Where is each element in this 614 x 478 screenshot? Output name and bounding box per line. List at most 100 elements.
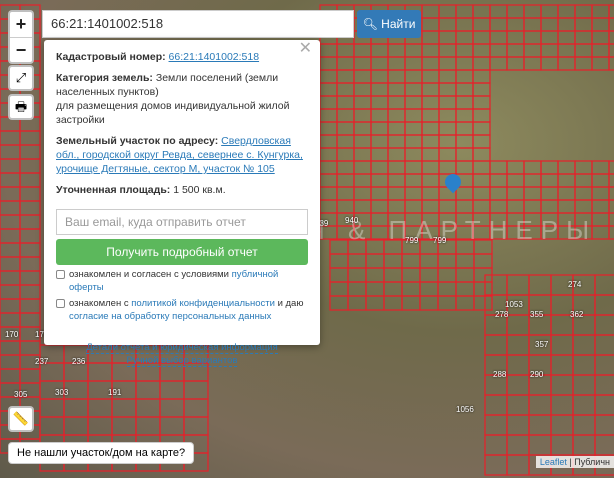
parcel[interactable] <box>421 121 440 136</box>
parcel[interactable] <box>574 199 593 214</box>
parcel[interactable] <box>421 17 440 32</box>
parcel[interactable] <box>87 416 113 436</box>
parcel[interactable] <box>484 394 508 416</box>
parcel[interactable] <box>19 186 41 202</box>
parcel[interactable] <box>404 186 423 201</box>
parcel[interactable] <box>472 43 491 58</box>
parcel[interactable] <box>608 43 614 58</box>
not-found-button[interactable]: Не нашли участок/дом на карте? <box>8 442 195 464</box>
parcel[interactable] <box>19 298 41 314</box>
parcel[interactable] <box>421 186 440 201</box>
manual-select-link[interactable]: Ручной выбор вариантов <box>126 355 238 367</box>
cadastral-link[interactable]: 66:21:1401002:518 <box>169 51 260 63</box>
parcel[interactable] <box>484 414 508 436</box>
parcel[interactable] <box>401 253 421 269</box>
parcel[interactable] <box>365 267 385 283</box>
parcel[interactable] <box>591 56 610 71</box>
parcel[interactable] <box>370 43 389 58</box>
parcel[interactable] <box>438 147 457 162</box>
parcel[interactable] <box>489 30 508 45</box>
parcel[interactable] <box>472 186 491 201</box>
parcel[interactable] <box>421 30 440 45</box>
parcel[interactable] <box>506 414 530 436</box>
parcel[interactable] <box>572 414 596 436</box>
print-button[interactable]: 🖶 <box>8 94 34 120</box>
parcel[interactable] <box>591 160 610 175</box>
parcel[interactable] <box>523 17 542 32</box>
parcel[interactable] <box>0 228 21 244</box>
parcel[interactable] <box>0 270 21 286</box>
parcel[interactable] <box>438 160 457 175</box>
parcel[interactable] <box>472 108 491 123</box>
parcel[interactable] <box>540 186 559 201</box>
parcel[interactable] <box>404 199 423 214</box>
parcel[interactable] <box>421 43 440 58</box>
parcel[interactable] <box>19 172 41 188</box>
close-icon[interactable]: ✕ <box>299 41 312 57</box>
parcel[interactable] <box>594 374 614 396</box>
parcel[interactable] <box>455 199 474 214</box>
parcel[interactable] <box>506 43 525 58</box>
parcel[interactable] <box>594 394 614 416</box>
parcel[interactable] <box>135 416 161 436</box>
parcel[interactable] <box>370 173 389 188</box>
parcel[interactable] <box>572 374 596 396</box>
parcel[interactable] <box>319 56 338 71</box>
parcel[interactable] <box>484 334 508 356</box>
parcel[interactable] <box>540 56 559 71</box>
parcel[interactable] <box>557 4 576 19</box>
parcel[interactable] <box>489 43 508 58</box>
parcel[interactable] <box>0 340 21 356</box>
parcel[interactable] <box>438 108 457 123</box>
parcel[interactable] <box>159 380 185 400</box>
privacy-link[interactable]: политикой конфиденциальности <box>131 298 275 309</box>
parcel[interactable] <box>506 160 525 175</box>
parcel[interactable] <box>591 186 610 201</box>
zoom-in-button[interactable]: + <box>10 12 32 37</box>
parcel[interactable] <box>608 4 614 19</box>
parcel[interactable] <box>370 186 389 201</box>
offer-checkbox[interactable] <box>56 270 65 279</box>
parcel[interactable] <box>353 186 372 201</box>
parcel[interactable] <box>455 17 474 32</box>
parcel[interactable] <box>528 414 552 436</box>
parcel[interactable] <box>387 56 406 71</box>
parcel[interactable] <box>489 17 508 32</box>
parcel[interactable] <box>523 56 542 71</box>
parcel[interactable] <box>387 108 406 123</box>
parcel[interactable] <box>421 82 440 97</box>
parcel[interactable] <box>19 340 41 356</box>
parcel[interactable] <box>540 43 559 58</box>
parcel[interactable] <box>319 108 338 123</box>
parcel[interactable] <box>319 173 338 188</box>
parcel[interactable] <box>387 199 406 214</box>
parcel[interactable] <box>401 295 421 311</box>
parcel[interactable] <box>591 4 610 19</box>
parcel[interactable] <box>336 160 355 175</box>
parcel[interactable] <box>347 267 367 283</box>
parcel[interactable] <box>19 242 41 258</box>
parcel[interactable] <box>19 214 41 230</box>
parcel[interactable] <box>608 30 614 45</box>
parcel[interactable] <box>572 334 596 356</box>
parcel[interactable] <box>421 199 440 214</box>
parcel[interactable] <box>0 158 21 174</box>
parcel[interactable] <box>574 186 593 201</box>
parcel[interactable] <box>39 398 65 418</box>
parcel[interactable] <box>574 173 593 188</box>
parcel[interactable] <box>437 295 457 311</box>
parcel[interactable] <box>370 95 389 110</box>
parcel[interactable] <box>594 294 614 316</box>
parcel[interactable] <box>336 43 355 58</box>
parcel[interactable] <box>438 199 457 214</box>
parcel[interactable] <box>540 173 559 188</box>
parcel[interactable] <box>489 186 508 201</box>
parcel[interactable] <box>387 186 406 201</box>
parcel[interactable] <box>421 160 440 175</box>
parcel[interactable] <box>329 281 349 297</box>
parcel[interactable] <box>0 284 21 300</box>
parcel[interactable] <box>336 56 355 71</box>
parcel[interactable] <box>455 95 474 110</box>
parcel[interactable] <box>421 147 440 162</box>
parcel[interactable] <box>404 147 423 162</box>
